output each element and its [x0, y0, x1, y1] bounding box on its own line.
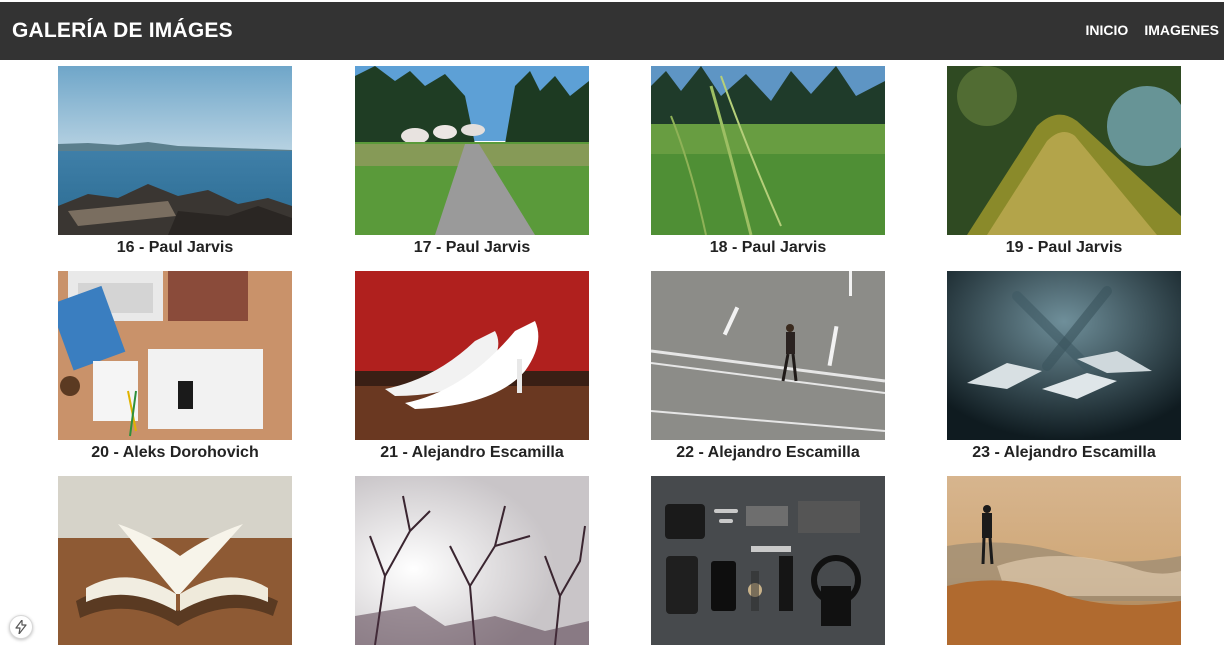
photo-street-walker[interactable] — [651, 271, 885, 440]
gallery-item[interactable] — [651, 476, 885, 649]
photo-caption: 21 - Alejandro Escamilla — [380, 444, 564, 461]
photo-coastline[interactable] — [58, 66, 292, 235]
gallery-item[interactable]: 22 - Alejandro Escamilla — [651, 271, 885, 462]
photo-caption: 16 - Paul Jarvis — [116, 239, 234, 256]
photo-forks[interactable] — [947, 271, 1181, 440]
photo-caption: 20 - Aleks Dorohovich — [91, 444, 259, 461]
photo-tall-grass[interactable] — [651, 66, 885, 235]
nav-link-imagenes[interactable]: IMAGENES — [1144, 22, 1219, 38]
gallery-item[interactable]: 21 - Alejandro Escamilla — [355, 271, 589, 462]
photo-caption: 17 - Paul Jarvis — [413, 239, 531, 256]
photo-white-heels[interactable] — [355, 271, 589, 440]
photo-caption: 22 - Alejandro Escamilla — [676, 444, 860, 461]
gallery-item[interactable] — [58, 476, 292, 649]
gallery-item[interactable]: 18 - Paul Jarvis — [651, 66, 885, 257]
photo-seaside-sunset[interactable] — [947, 476, 1181, 645]
gallery-item[interactable] — [355, 476, 589, 649]
photo-tree-branches[interactable] — [355, 476, 589, 645]
photo-desk-workspace[interactable] — [58, 271, 292, 440]
nav-link-inicio[interactable]: INICIO — [1086, 22, 1129, 38]
site-title[interactable]: GALERÍA DE IMÁGES — [12, 19, 233, 43]
nav-links: INICIO IMAGENES — [1086, 22, 1219, 38]
gallery-item[interactable]: 16 - Paul Jarvis — [58, 66, 292, 257]
photo-open-book[interactable] — [58, 476, 292, 645]
photo-caption: 23 - Alejandro Escamilla — [972, 444, 1156, 461]
photo-caption: 18 - Paul Jarvis — [709, 239, 827, 256]
gallery-item[interactable]: 19 - Paul Jarvis — [947, 66, 1181, 257]
navbar: GALERÍA DE IMÁGES INICIO IMAGENES — [0, 2, 1224, 60]
photo-caption: 19 - Paul Jarvis — [1005, 239, 1123, 256]
gallery-item[interactable]: 23 - Alejandro Escamilla — [947, 271, 1181, 462]
photo-flat-lay-items[interactable] — [651, 476, 885, 645]
photo-forest-path[interactable] — [355, 66, 589, 235]
gallery-item[interactable]: 17 - Paul Jarvis — [355, 66, 589, 257]
gallery-item[interactable] — [947, 476, 1181, 649]
photo-mossy-trunk[interactable] — [947, 66, 1181, 235]
bolt-icon[interactable] — [9, 615, 33, 639]
gallery-item[interactable]: 20 - Aleks Dorohovich — [58, 271, 292, 462]
